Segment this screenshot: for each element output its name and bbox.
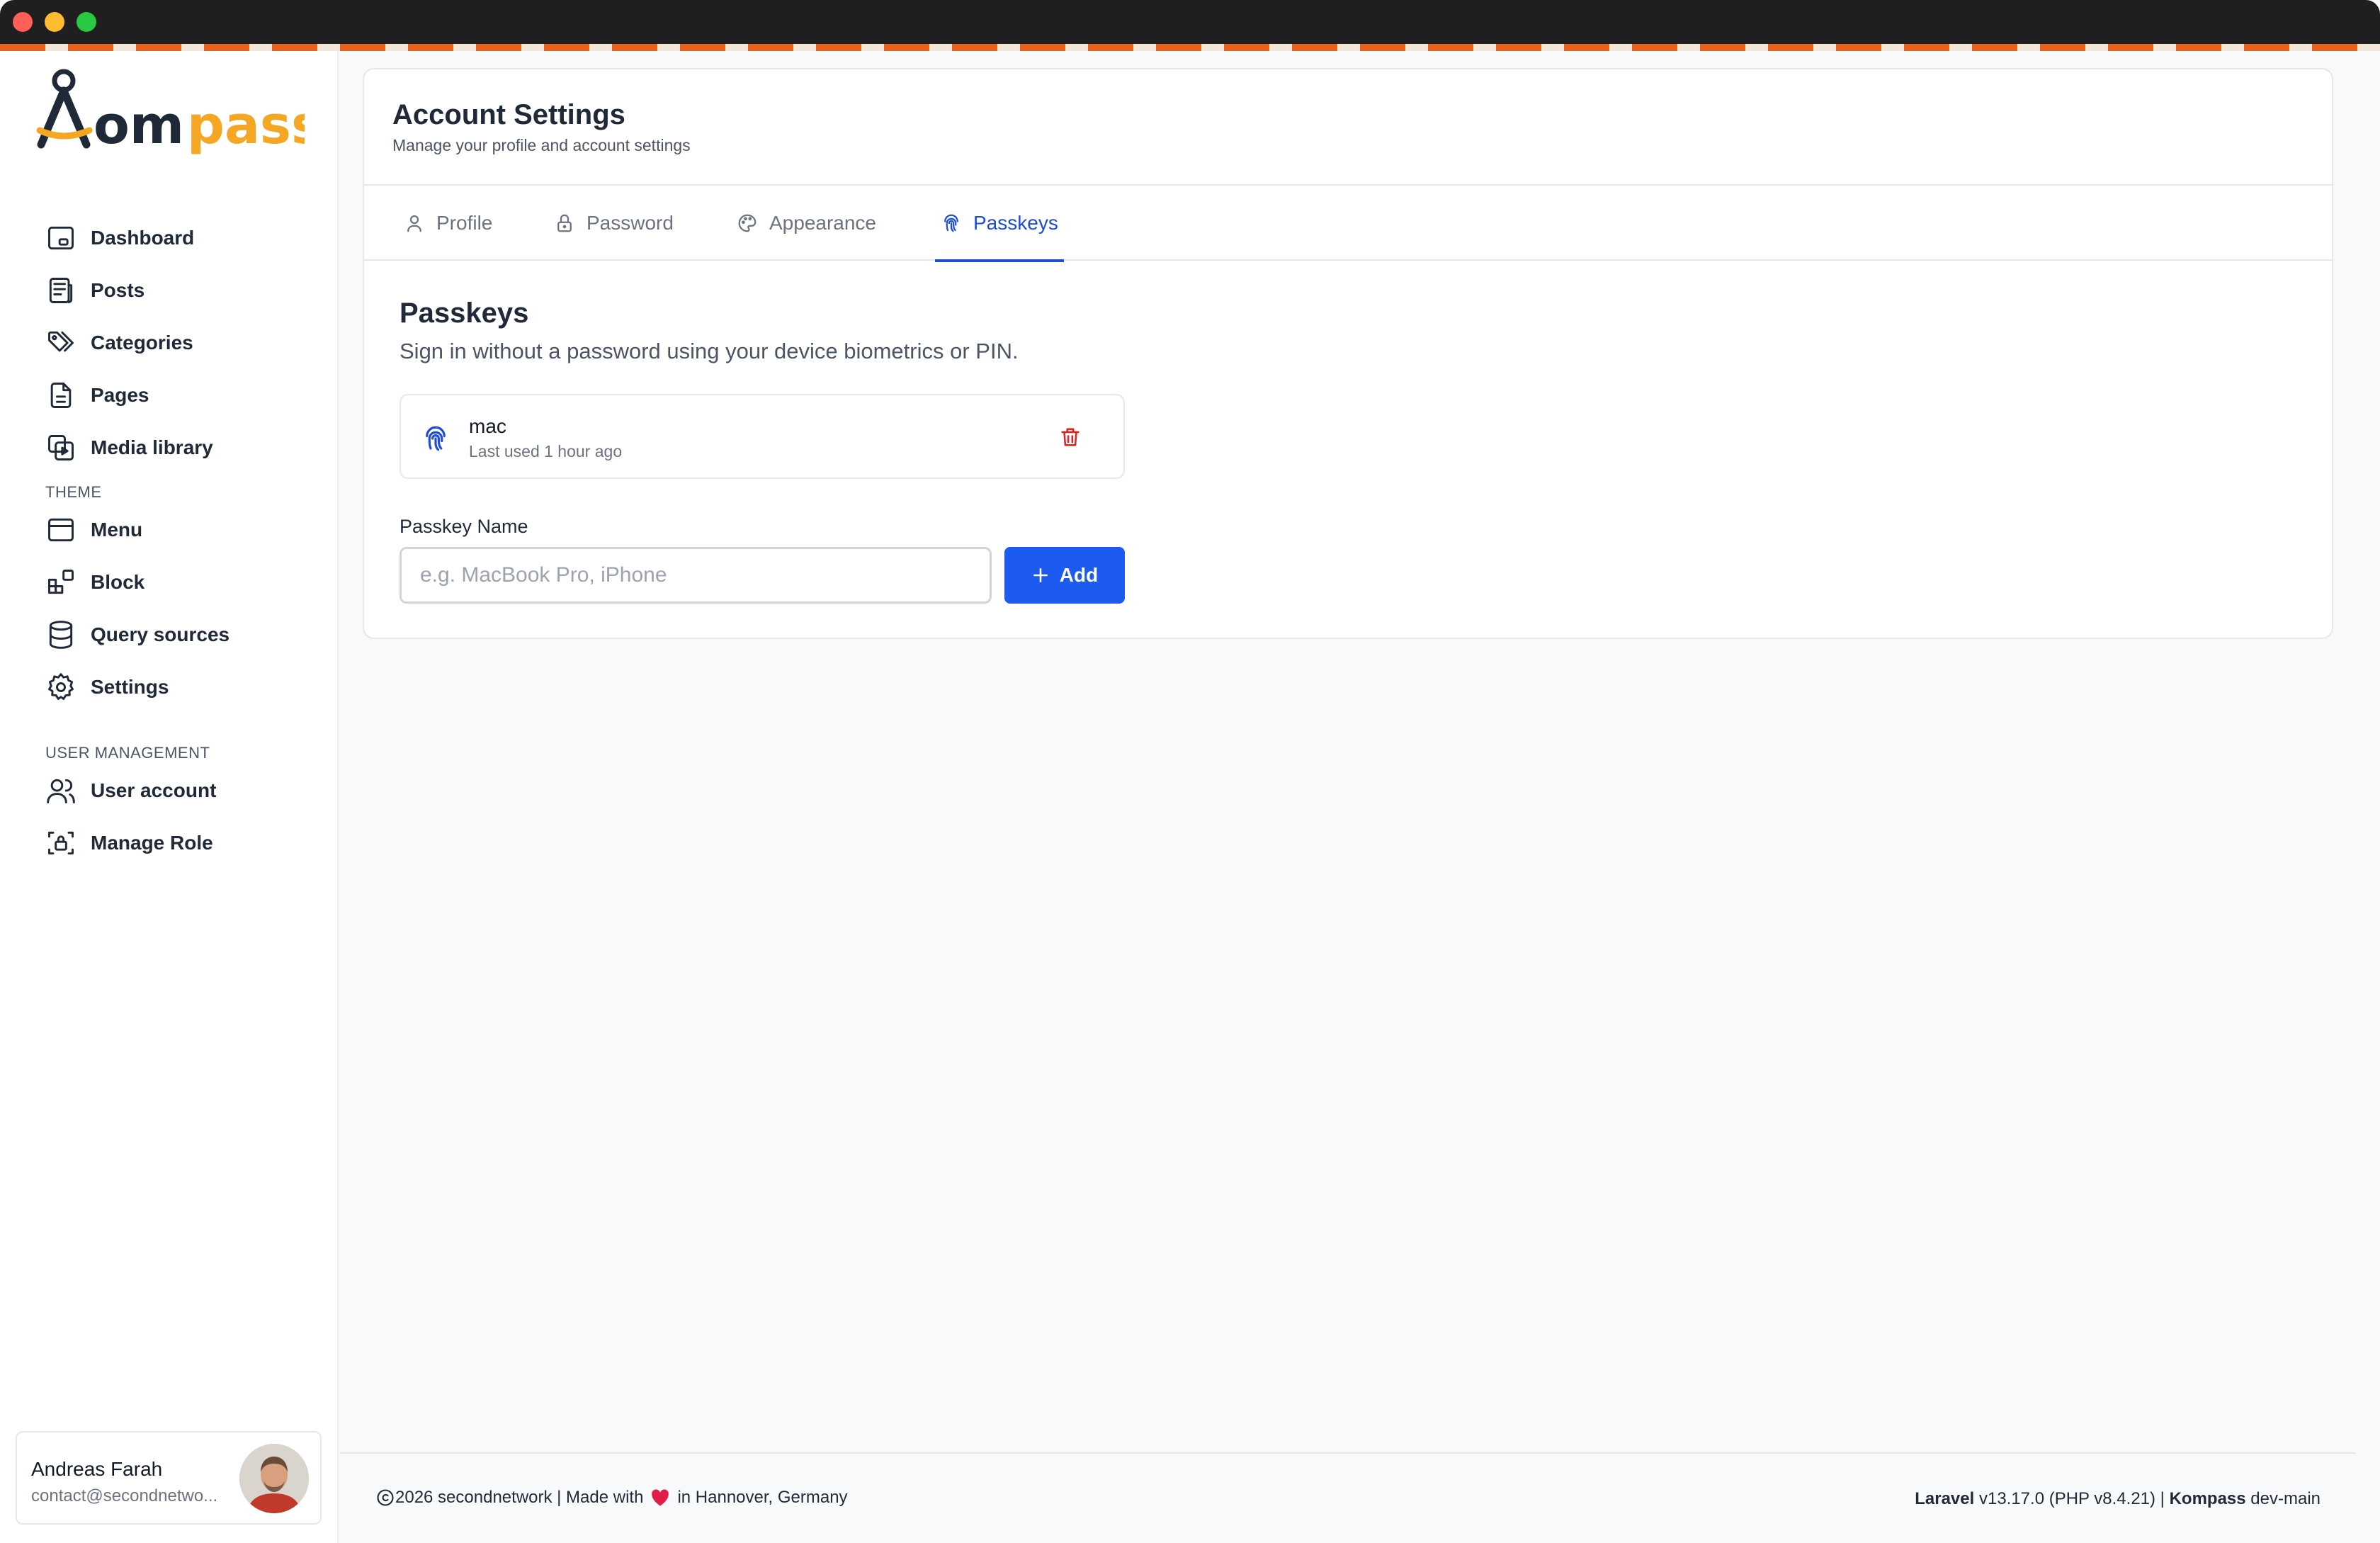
footer-version-info: Laravel v13.17.0 (PHP v8.4.21) | Kompass…: [1915, 1489, 2320, 1509]
media-icon: [48, 435, 74, 460]
palette-icon: [738, 214, 756, 232]
sidebar-item-posts[interactable]: Posts: [45, 269, 314, 312]
sidebar-item-label: Pages: [91, 384, 149, 406]
sidebar: om pass Dashboard Posts Categories Pages…: [0, 51, 339, 1543]
passkey-name-input[interactable]: [400, 547, 992, 604]
maximize-window-button[interactable]: [76, 12, 96, 32]
sidebar-item-block[interactable]: Block: [45, 561, 314, 604]
sidebar-item-media-library[interactable]: Media library: [45, 426, 314, 469]
menu-icon: [48, 518, 74, 542]
posts-icon: [49, 278, 73, 303]
passkey-last-used: Last used 1 hour ago: [469, 442, 623, 460]
tag-icon: [48, 331, 74, 352]
tab-label: Appearance: [769, 212, 877, 234]
sidebar-item-label: Posts: [91, 279, 145, 301]
product-version: dev-main: [2245, 1489, 2320, 1508]
settings-tabs: Profile Password Appearance Passkeys: [364, 186, 2332, 262]
sidebar-section-user-management: USER MANAGEMENT: [45, 744, 210, 762]
passkeys-heading: Passkeys: [400, 298, 529, 329]
copyright-icon: [377, 1489, 394, 1506]
close-window-button[interactable]: [13, 12, 33, 32]
svg-text:pass: pass: [187, 95, 305, 156]
tab-password[interactable]: Password: [554, 186, 674, 261]
dashboard-icon: [48, 226, 74, 250]
heart-icon: [652, 1489, 669, 1506]
page-title: Account Settings: [392, 99, 625, 130]
brand-stripe: [0, 44, 2380, 51]
tab-appearance[interactable]: Appearance: [737, 186, 876, 261]
framework-version: v13.17.0 (PHP v8.4.21) |: [1974, 1489, 2170, 1508]
tab-label: Profile: [436, 212, 493, 234]
sidebar-item-categories[interactable]: Categories: [45, 322, 314, 364]
add-button-label: Add: [1059, 564, 1099, 586]
account-settings-card: Account Settings Manage your profile and…: [363, 68, 2333, 639]
database-icon: [49, 621, 73, 649]
footer-copyright-text: 2026 secondnetwork | Made with: [395, 1488, 644, 1507]
sidebar-item-label: Query sources: [91, 623, 230, 645]
fingerprint-icon: [426, 426, 446, 451]
footer: 2026 secondnetwork | Made with in Hannov…: [340, 1452, 2356, 1543]
sidebar-item-label: Dashboard: [91, 227, 195, 249]
sidebar-item-label: Media library: [91, 436, 213, 458]
user-icon: [407, 215, 421, 232]
passkeys-description: Sign in without a password using your de…: [400, 339, 1019, 363]
sidebar-item-label: Settings: [91, 676, 169, 698]
sidebar-item-label: Menu: [91, 519, 143, 541]
tab-passkeys[interactable]: Passkeys: [935, 186, 1064, 262]
avatar[interactable]: [239, 1444, 309, 1513]
role-icon: [48, 831, 74, 855]
lock-icon: [557, 214, 572, 232]
sidebar-item-label: Block: [91, 571, 145, 593]
product-name: Kompass: [2169, 1489, 2246, 1508]
tab-label: Password: [586, 212, 674, 234]
sidebar-item-pages[interactable]: Pages: [45, 374, 314, 417]
svg-text:om: om: [94, 95, 184, 156]
passkey-name: mac: [469, 415, 506, 437]
plus-icon: [1033, 568, 1048, 582]
sidebar-section-theme: THEME: [45, 483, 102, 501]
window-titlebar: [0, 0, 2380, 44]
fingerprint-icon: [944, 214, 958, 232]
footer-copyright: 2026 secondnetwork | Made with in Hannov…: [375, 1488, 848, 1508]
footer-location-text: in Hannover, Germany: [677, 1488, 848, 1507]
sidebar-item-settings[interactable]: Settings: [45, 666, 314, 708]
user-email: contact@secondnetwo...: [31, 1486, 218, 1505]
page-icon: [50, 383, 72, 408]
page-subtitle: Manage your profile and account settings: [392, 136, 691, 154]
framework-name: Laravel: [1915, 1489, 1975, 1508]
users-icon: [47, 779, 75, 803]
sidebar-item-user-account[interactable]: User account: [45, 769, 314, 812]
gear-icon: [48, 673, 74, 700]
minimize-window-button[interactable]: [45, 12, 64, 32]
tab-profile[interactable]: Profile: [404, 186, 492, 261]
block-icon: [48, 570, 74, 594]
card-header: Account Settings Manage your profile and…: [364, 69, 2332, 186]
add-passkey-button[interactable]: Add: [1004, 547, 1125, 604]
sidebar-item-manage-role[interactable]: Manage Role: [45, 822, 314, 864]
user-name: Andreas Farah: [31, 1458, 163, 1480]
passkey-list-item: mac Last used 1 hour ago: [400, 394, 1125, 479]
sidebar-item-menu[interactable]: Menu: [45, 509, 314, 551]
sidebar-item-label: User account: [91, 779, 217, 801]
sidebar-item-label: Manage Role: [91, 832, 213, 854]
trash-icon[interactable]: [1058, 425, 1082, 449]
sidebar-item-label: Categories: [91, 332, 193, 354]
kompass-logo[interactable]: om pass: [35, 67, 305, 159]
tab-label: Passkeys: [973, 212, 1058, 234]
sidebar-item-dashboard[interactable]: Dashboard: [45, 217, 314, 259]
sidebar-item-query-sources[interactable]: Query sources: [45, 614, 314, 656]
user-profile-card[interactable]: Andreas Farah contact@secondnetwo...: [16, 1431, 322, 1525]
passkey-name-label: Passkey Name: [400, 516, 528, 537]
